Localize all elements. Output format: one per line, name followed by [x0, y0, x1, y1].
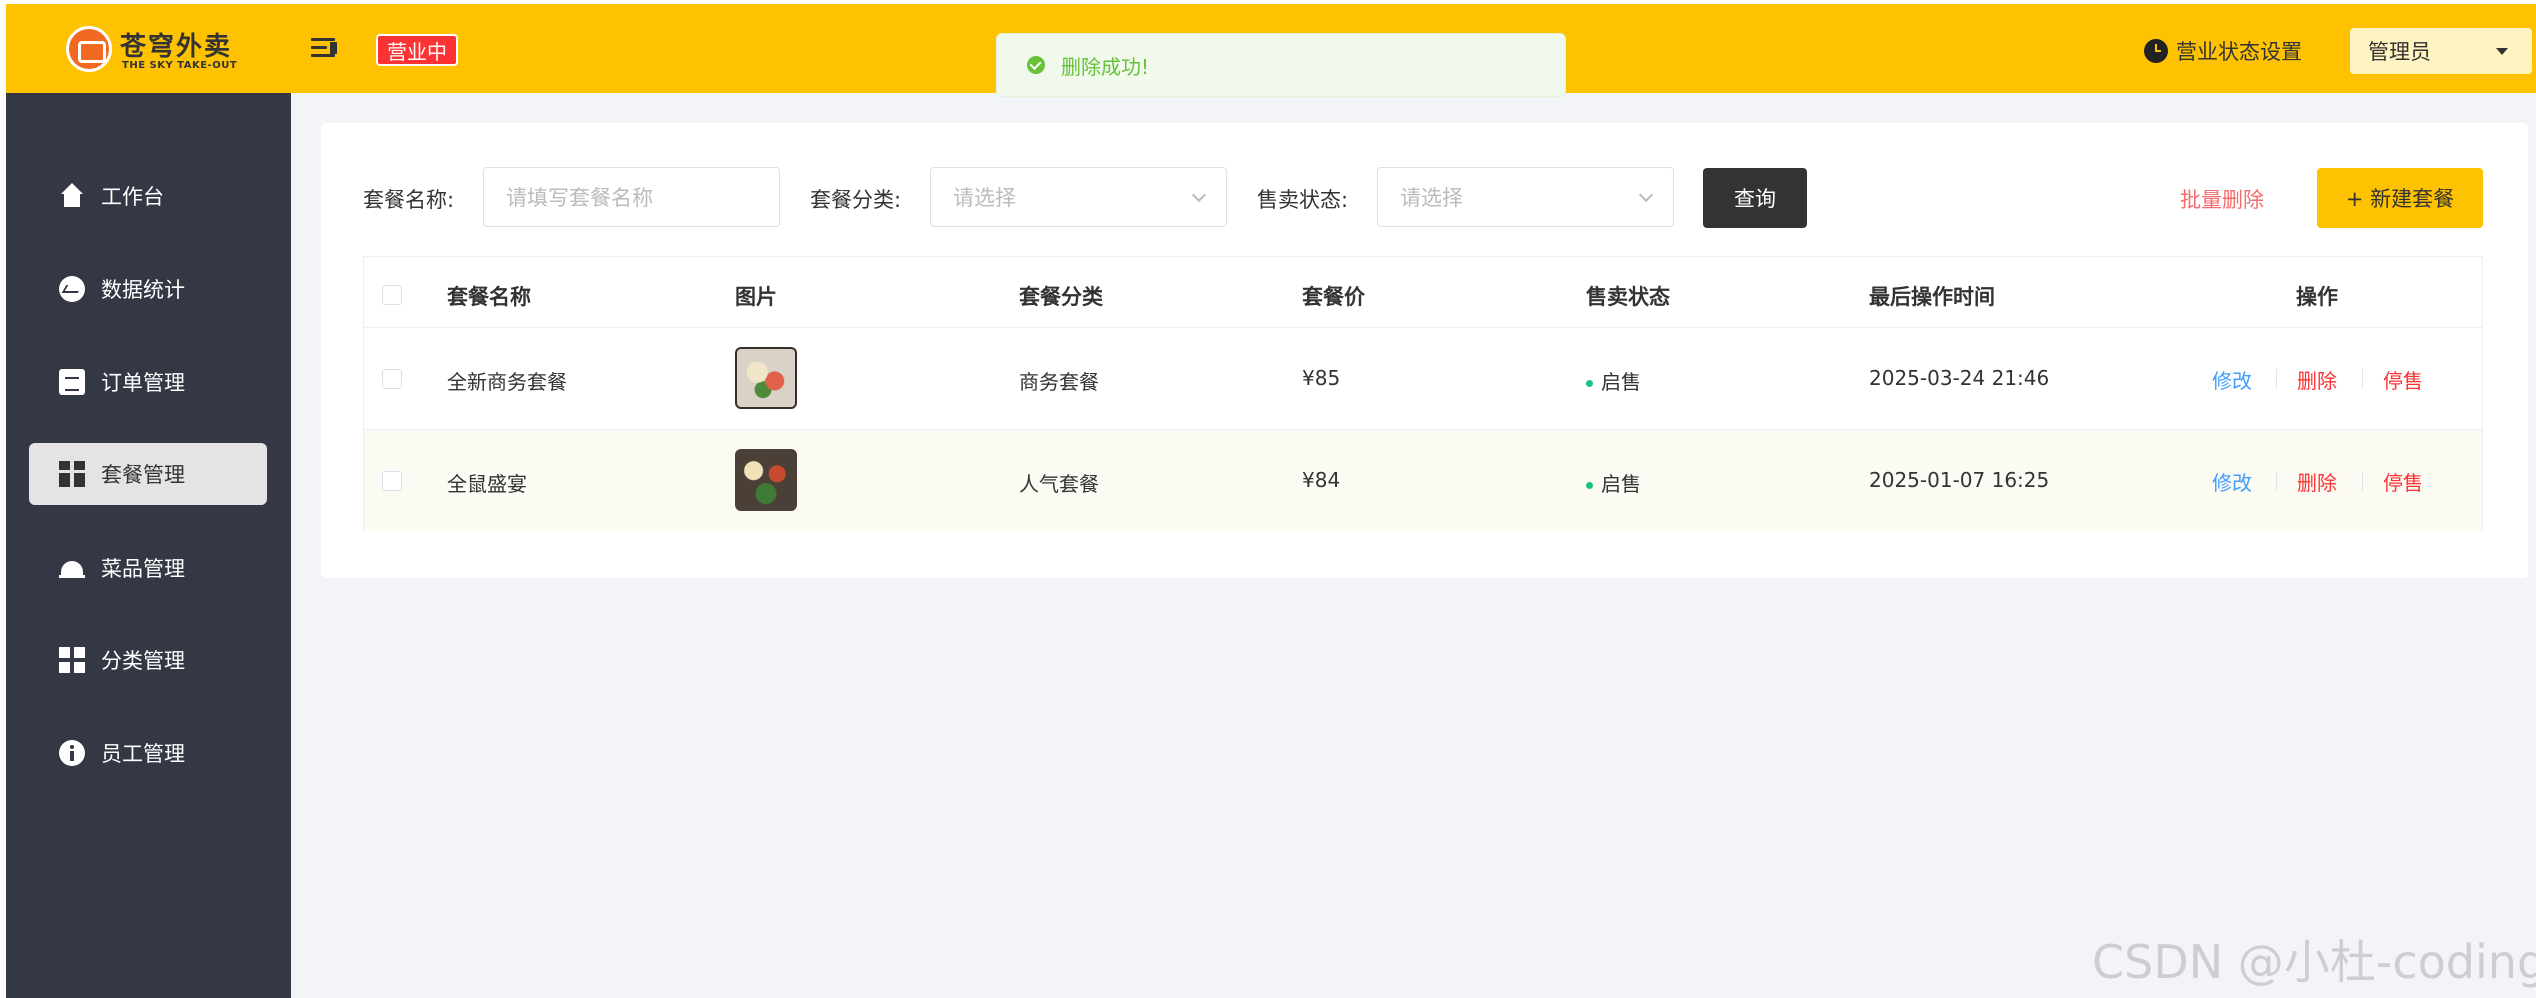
edit-button[interactable]: 修改 — [2212, 365, 2252, 394]
row-checkbox[interactable] — [382, 471, 402, 491]
gift-icon — [59, 461, 85, 487]
brand-title: 苍穹外卖 — [120, 32, 233, 62]
stop-sale-button[interactable]: 停售 — [2383, 365, 2423, 394]
sidebar-item-label: 套餐管理 — [101, 463, 185, 487]
sale-status-label: 启售 — [1601, 472, 1641, 496]
chart-icon — [59, 276, 85, 302]
query-button[interactable]: 查询 — [1703, 168, 1807, 228]
edit-button[interactable]: 修改 — [2212, 467, 2252, 496]
category-select-placeholder: 请选择 — [953, 186, 1016, 210]
column-header-price: 套餐价 — [1302, 285, 1365, 309]
column-header-actions: 操作 — [2296, 285, 2338, 309]
column-header-name: 套餐名称 — [447, 285, 531, 309]
sidebar-item-label: 工作台 — [101, 185, 164, 209]
new-setmeal-button[interactable]: + 新建套餐 — [2317, 168, 2483, 228]
delete-button[interactable]: 删除 — [2297, 467, 2337, 496]
success-toast: 删除成功! — [996, 33, 1566, 97]
category-select[interactable]: 请选择 — [930, 167, 1227, 227]
action-divider — [2362, 369, 2363, 389]
sidebar-item-label: 数据统计 — [101, 278, 185, 302]
status-select[interactable]: 请选择 — [1377, 167, 1674, 227]
toast-message: 删除成功! — [1061, 54, 1150, 79]
business-status-setting-label: 营业状态设置 — [2176, 40, 2302, 64]
grid-icon — [59, 647, 85, 673]
info-icon — [59, 740, 85, 766]
user-name: 管理员 — [2368, 40, 2431, 64]
setmeal-name: 全鼠盛宴 — [447, 472, 527, 496]
last-updated: 2025-01-07 16:25 — [1869, 468, 2050, 492]
sidebar-item-orders[interactable]: 订单管理 — [29, 351, 267, 413]
logo-icon — [66, 26, 112, 72]
sidebar-item-workbench[interactable]: 工作台 — [29, 165, 267, 227]
batch-delete-button[interactable]: 批量删除 — [2180, 184, 2264, 214]
business-status-badge: 营业中 — [376, 34, 458, 66]
column-header-image: 图片 — [735, 285, 777, 309]
sidebar-item-statistics[interactable]: 数据统计 — [29, 258, 267, 320]
column-header-status: 售卖状态 — [1586, 285, 1670, 309]
setmeal-price: ¥84 — [1302, 468, 1341, 492]
user-dropdown[interactable]: 管理员 — [2350, 28, 2532, 74]
sidebar-item-employees[interactable]: 员工管理 — [29, 722, 267, 784]
last-updated: 2025-03-24 21:46 — [1869, 366, 2050, 390]
status-dot-icon — [1586, 482, 1593, 489]
caret-down-icon — [2496, 48, 2508, 55]
column-header-category: 套餐分类 — [1019, 285, 1103, 309]
name-search-placeholder: 请填写套餐名称 — [506, 186, 653, 210]
action-divider — [2276, 471, 2277, 491]
table-row: 全鼠盛宴 人气套餐 ¥84 启售 2025-01-07 16:25 修改 删除 … — [364, 429, 2482, 531]
setmeal-price: ¥85 — [1302, 366, 1341, 390]
clock-icon — [2144, 39, 2168, 63]
clipboard-icon — [59, 369, 85, 395]
stop-sale-button[interactable]: 停售 — [2383, 467, 2423, 496]
table-row: 全新商务套餐 商务套餐 ¥85 启售 2025-03-24 21:46 修改 删… — [364, 327, 2482, 429]
action-divider — [2362, 471, 2363, 491]
select-all-checkbox[interactable] — [382, 285, 402, 305]
menu-fold-icon[interactable] — [311, 36, 339, 60]
setmeal-image — [735, 449, 797, 511]
brand-subtitle: THE SKY TAKE-OUT — [122, 60, 238, 71]
setmeal-table: 套餐名称 图片 套餐分类 套餐价 售卖状态 最后操作时间 操作 全新商务套餐 商… — [363, 256, 2483, 531]
brand-logo: 苍穹外卖 THE SKY TAKE-OUT — [58, 22, 253, 76]
main-content — [291, 93, 2536, 998]
sale-status-label: 启售 — [1601, 370, 1641, 394]
action-divider — [2276, 369, 2277, 389]
setmeal-image — [735, 347, 797, 409]
sidebar-item-categories[interactable]: 分类管理 — [29, 629, 267, 691]
check-circle-icon — [1027, 56, 1045, 74]
delete-button[interactable]: 删除 — [2297, 365, 2337, 394]
category-filter-label: 套餐分类: — [810, 188, 902, 212]
sale-status: 启售 — [1586, 468, 1641, 497]
watermark: CSDN @小杜-coding — [2092, 935, 2536, 989]
row-checkbox[interactable] — [382, 369, 402, 389]
name-search-input[interactable]: 请填写套餐名称 — [483, 167, 780, 227]
home-icon — [59, 183, 85, 209]
sidebar-item-label: 菜品管理 — [101, 557, 185, 581]
sidebar-item-label: 订单管理 — [101, 371, 185, 395]
sidebar-item-label: 员工管理 — [101, 742, 185, 766]
status-filter-label: 售卖状态: — [1257, 188, 1349, 212]
sidebar-item-setmeal[interactable]: 套餐管理 — [29, 443, 267, 505]
sidebar-item-label: 分类管理 — [101, 649, 185, 673]
dish-cover-icon — [59, 555, 85, 581]
name-filter-label: 套餐名称: — [363, 188, 455, 212]
setmeal-name: 全新商务套餐 — [447, 370, 567, 394]
sale-status: 启售 — [1586, 366, 1641, 395]
business-status-setting[interactable]: 营业状态设置 — [2144, 36, 2302, 66]
status-dot-icon — [1586, 380, 1593, 387]
column-header-updated: 最后操作时间 — [1869, 285, 1995, 309]
chevron-down-icon — [1638, 187, 1654, 203]
status-select-placeholder: 请选择 — [1400, 186, 1463, 210]
setmeal-category: 商务套餐 — [1019, 370, 1099, 394]
setmeal-category: 人气套餐 — [1019, 472, 1099, 496]
chevron-down-icon — [1191, 187, 1207, 203]
sidebar-item-dishes[interactable]: 菜品管理 — [29, 537, 267, 599]
